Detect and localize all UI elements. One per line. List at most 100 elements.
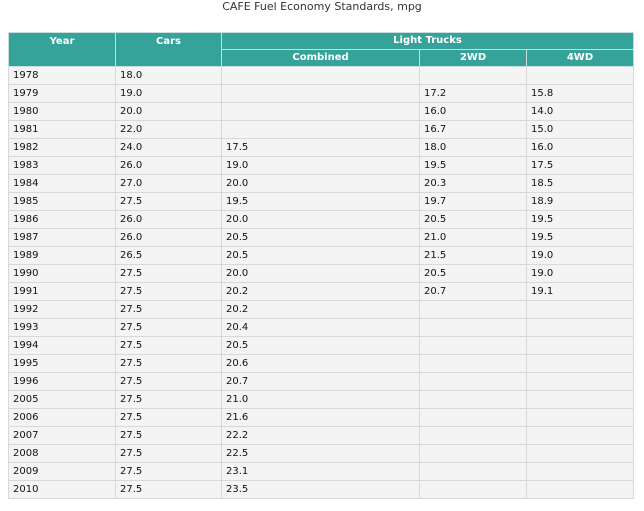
cell-combined <box>221 84 420 103</box>
header-row-top: Year Cars Light Trucks <box>8 32 634 67</box>
cell-combined: 23.1 <box>221 462 420 481</box>
cell-year: 1981 <box>8 120 116 139</box>
cell-fourwd <box>526 300 634 319</box>
cell-year: 1996 <box>8 372 116 391</box>
table-header: Year Cars Light Trucks Combined 2WD 4WD <box>8 32 634 67</box>
cell-cars: 27.5 <box>115 336 222 355</box>
cell-combined <box>221 120 420 139</box>
cell-fourwd: 15.8 <box>526 84 634 103</box>
cell-twowd: 17.2 <box>419 84 527 103</box>
cell-year: 1990 <box>8 264 116 283</box>
cell-twowd <box>419 300 527 319</box>
cell-fourwd <box>526 336 634 355</box>
table-row: 1982 24.0 17.5 18.0 16.0 <box>8 138 634 157</box>
table-row: 1985 27.5 19.5 19.7 18.9 <box>8 192 634 211</box>
cell-combined: 20.5 <box>221 246 420 265</box>
cell-twowd <box>419 426 527 445</box>
cell-cars: 27.5 <box>115 264 222 283</box>
cell-fourwd <box>526 426 634 445</box>
cell-year: 1984 <box>8 174 116 193</box>
cell-twowd: 21.0 <box>419 228 527 247</box>
cell-year: 1993 <box>8 318 116 337</box>
cell-twowd <box>419 336 527 355</box>
cell-year: 1978 <box>8 66 116 85</box>
cell-twowd: 16.0 <box>419 102 527 121</box>
cell-fourwd: 18.5 <box>526 174 634 193</box>
cell-combined: 19.0 <box>221 156 420 175</box>
cell-fourwd <box>526 372 634 391</box>
cell-twowd: 21.5 <box>419 246 527 265</box>
cell-fourwd: 18.9 <box>526 192 634 211</box>
cell-year: 2006 <box>8 408 116 427</box>
cell-combined: 21.6 <box>221 408 420 427</box>
cell-fourwd <box>526 444 634 463</box>
table-row: 1989 26.5 20.5 21.5 19.0 <box>8 246 634 265</box>
cell-combined: 20.4 <box>221 318 420 337</box>
cell-cars: 26.0 <box>115 210 222 229</box>
cell-fourwd: 15.0 <box>526 120 634 139</box>
table-row: 1991 27.5 20.2 20.7 19.1 <box>8 282 634 301</box>
cell-combined <box>221 102 420 121</box>
table-row: 1987 26.0 20.5 21.0 19.5 <box>8 228 634 247</box>
cell-year: 1987 <box>8 228 116 247</box>
cell-cars: 26.0 <box>115 156 222 175</box>
cell-year: 1982 <box>8 138 116 157</box>
cell-twowd: 20.5 <box>419 264 527 283</box>
cell-twowd: 16.7 <box>419 120 527 139</box>
cell-twowd <box>419 444 527 463</box>
column-header-year: Year <box>8 32 116 67</box>
cell-combined <box>221 66 420 85</box>
cell-cars: 19.0 <box>115 84 222 103</box>
cell-twowd: 20.5 <box>419 210 527 229</box>
column-group-light-trucks: Light Trucks <box>221 32 634 50</box>
cell-combined: 20.2 <box>221 282 420 301</box>
cell-cars: 20.0 <box>115 102 222 121</box>
table-row: 1992 27.5 20.2 <box>8 300 634 319</box>
cell-combined: 19.5 <box>221 192 420 211</box>
fuel-economy-table: Year Cars Light Trucks Combined 2WD 4WD … <box>8 32 634 499</box>
table-row: 1978 18.0 <box>8 66 634 85</box>
cell-cars: 27.5 <box>115 300 222 319</box>
column-header-2wd: 2WD <box>419 49 527 67</box>
cell-twowd <box>419 318 527 337</box>
cell-cars: 27.5 <box>115 426 222 445</box>
table-row: 2010 27.5 23.5 <box>8 480 634 499</box>
cell-fourwd <box>526 318 634 337</box>
table-row: 2005 27.5 21.0 <box>8 390 634 409</box>
cell-year: 1979 <box>8 84 116 103</box>
table-row: 2007 27.5 22.2 <box>8 426 634 445</box>
cell-fourwd <box>526 354 634 373</box>
table-row: 2008 27.5 22.5 <box>8 444 634 463</box>
cell-year: 2007 <box>8 426 116 445</box>
cell-cars: 27.5 <box>115 282 222 301</box>
cell-combined: 20.0 <box>221 264 420 283</box>
cell-combined: 17.5 <box>221 138 420 157</box>
cell-fourwd <box>526 66 634 85</box>
table-row: 1993 27.5 20.4 <box>8 318 634 337</box>
cell-combined: 20.0 <box>221 174 420 193</box>
table-body: 1978 18.0 1979 19.0 17.2 15.8 1980 20.0 16.0 14.0… <box>8 66 634 499</box>
cell-cars: 22.0 <box>115 120 222 139</box>
cell-cars: 18.0 <box>115 66 222 85</box>
cell-combined: 21.0 <box>221 390 420 409</box>
cell-year: 2010 <box>8 480 116 499</box>
cell-fourwd <box>526 390 634 409</box>
cell-twowd <box>419 390 527 409</box>
cell-combined: 23.5 <box>221 480 420 499</box>
cell-twowd <box>419 354 527 373</box>
cell-twowd: 20.3 <box>419 174 527 193</box>
cell-fourwd: 19.0 <box>526 264 634 283</box>
cell-year: 1980 <box>8 102 116 121</box>
cell-year: 1991 <box>8 282 116 301</box>
cell-combined: 22.5 <box>221 444 420 463</box>
cell-twowd <box>419 462 527 481</box>
cell-fourwd: 19.5 <box>526 228 634 247</box>
cell-cars: 24.0 <box>115 138 222 157</box>
cell-year: 1995 <box>8 354 116 373</box>
cell-cars: 27.5 <box>115 408 222 427</box>
table-row: 2009 27.5 23.1 <box>8 462 634 481</box>
cell-combined: 20.5 <box>221 228 420 247</box>
cell-year: 2009 <box>8 462 116 481</box>
table-row: 1996 27.5 20.7 <box>8 372 634 391</box>
cell-fourwd <box>526 408 634 427</box>
